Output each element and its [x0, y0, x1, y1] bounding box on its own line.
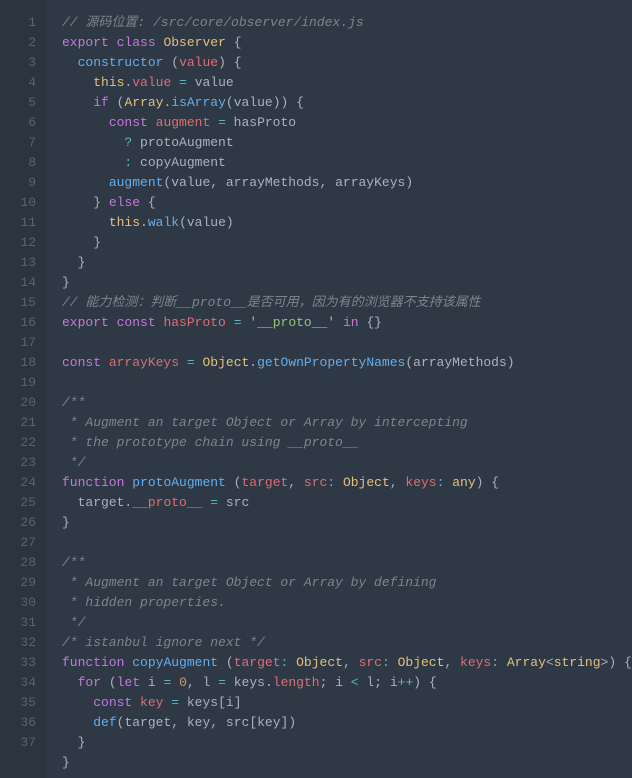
code-line: } [62, 233, 632, 253]
code-line: } [62, 513, 632, 533]
code-line: def(target, key, src[key]) [62, 713, 632, 733]
line-number: 4 [6, 73, 36, 93]
line-number: 5 [6, 93, 36, 113]
code-editor: 1234567891011121314151617181920212223242… [0, 0, 632, 778]
code-line: } else { [62, 193, 632, 213]
code-line: // 能力检测：判断__proto__是否可用，因为有的浏览器不支持该属性 [62, 293, 632, 313]
code-line: /** [62, 553, 632, 573]
line-number: 9 [6, 173, 36, 193]
line-number: 17 [6, 333, 36, 353]
code-line: */ [62, 613, 632, 633]
code-line: for (let i = 0, l = keys.length; i < l; … [62, 673, 632, 693]
line-number: 18 [6, 353, 36, 373]
code-line: } [62, 253, 632, 273]
line-number: 28 [6, 553, 36, 573]
code-line [62, 533, 632, 553]
code-line: constructor (value) { [62, 53, 632, 73]
code-line: /* istanbul ignore next */ [62, 633, 632, 653]
line-number: 27 [6, 533, 36, 553]
line-number: 26 [6, 513, 36, 533]
code-line: function protoAugment (target, src: Obje… [62, 473, 632, 493]
line-number: 31 [6, 613, 36, 633]
line-number: 15 [6, 293, 36, 313]
line-number-gutter: 1234567891011121314151617181920212223242… [0, 0, 46, 778]
line-number: 10 [6, 193, 36, 213]
line-number: 13 [6, 253, 36, 273]
line-number: 7 [6, 133, 36, 153]
line-number: 23 [6, 453, 36, 473]
line-number: 25 [6, 493, 36, 513]
code-line: : copyAugment [62, 153, 632, 173]
code-line: export class Observer { [62, 33, 632, 53]
code-line: * Augment an target Object or Array by i… [62, 413, 632, 433]
code-line: } [62, 273, 632, 293]
code-line: ? protoAugment [62, 133, 632, 153]
code-area[interactable]: // 源码位置: /src/core/observer/index.jsexpo… [46, 0, 632, 778]
line-number: 20 [6, 393, 36, 413]
code-line: const key = keys[i] [62, 693, 632, 713]
line-number: 14 [6, 273, 36, 293]
code-line: /** [62, 393, 632, 413]
code-line: augment(value, arrayMethods, arrayKeys) [62, 173, 632, 193]
line-number: 16 [6, 313, 36, 333]
line-number: 12 [6, 233, 36, 253]
line-number: 3 [6, 53, 36, 73]
code-line: target.__proto__ = src [62, 493, 632, 513]
code-line: if (Array.isArray(value)) { [62, 93, 632, 113]
code-line: this.walk(value) [62, 213, 632, 233]
code-line: function copyAugment (target: Object, sr… [62, 653, 632, 673]
code-line: * Augment an target Object or Array by d… [62, 573, 632, 593]
line-number: 6 [6, 113, 36, 133]
line-number: 36 [6, 713, 36, 733]
line-number: 29 [6, 573, 36, 593]
line-number: 1 [6, 13, 36, 33]
code-line: * the prototype chain using __proto__ [62, 433, 632, 453]
code-line: const augment = hasProto [62, 113, 632, 133]
code-line: } [62, 753, 632, 773]
code-line: const arrayKeys = Object.getOwnPropertyN… [62, 353, 632, 373]
code-line [62, 373, 632, 393]
line-number: 22 [6, 433, 36, 453]
line-number: 21 [6, 413, 36, 433]
code-line: } [62, 733, 632, 753]
line-number: 2 [6, 33, 36, 53]
line-number: 24 [6, 473, 36, 493]
code-line: */ [62, 453, 632, 473]
line-number: 8 [6, 153, 36, 173]
line-number: 34 [6, 673, 36, 693]
line-number: 11 [6, 213, 36, 233]
code-line [62, 333, 632, 353]
code-line: * hidden properties. [62, 593, 632, 613]
line-number: 33 [6, 653, 36, 673]
line-number: 35 [6, 693, 36, 713]
code-line: // 源码位置: /src/core/observer/index.js [62, 13, 632, 33]
line-number: 30 [6, 593, 36, 613]
line-number: 19 [6, 373, 36, 393]
code-line: this.value = value [62, 73, 632, 93]
line-number: 32 [6, 633, 36, 653]
line-number: 37 [6, 733, 36, 753]
code-line: export const hasProto = '__proto__' in {… [62, 313, 632, 333]
